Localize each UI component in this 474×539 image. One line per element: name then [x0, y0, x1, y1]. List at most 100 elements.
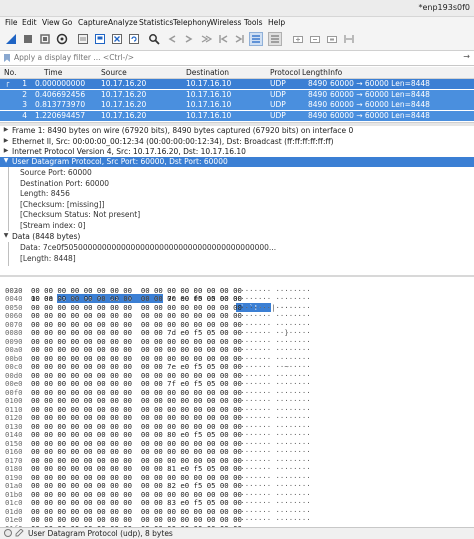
display-filter-input[interactable]: [14, 51, 454, 64]
window-title: *enp193s0f0: [418, 3, 470, 12]
column-length[interactable]: Length: [302, 68, 328, 77]
close-file-icon[interactable]: [110, 32, 124, 46]
packet-no: 1: [22, 79, 27, 88]
column-protocol[interactable]: Protocol: [270, 68, 300, 77]
apply-filter-arrow-icon[interactable]: →: [463, 52, 470, 61]
capture-status-icon[interactable]: [4, 529, 12, 537]
menu-bar: File Edit View Go Capture Analyze Statis…: [0, 17, 474, 30]
expand-arrow-icon[interactable]: ▶: [2, 137, 10, 144]
go-last-icon[interactable]: [233, 32, 247, 46]
stop-capture-icon[interactable]: [21, 32, 35, 46]
menu-capture[interactable]: Capture: [78, 18, 108, 27]
pane-splitter[interactable]: [0, 275, 474, 277]
packet-source: 10.17.16.20: [101, 100, 147, 109]
normal-size-icon[interactable]: [325, 32, 339, 46]
packet-length: 8490: [308, 89, 328, 99]
menu-statistics[interactable]: Statistics: [139, 18, 173, 27]
expand-arrow-icon[interactable]: ▶: [2, 126, 10, 133]
status-text: User Datagram Protocol (udp), 8 bytes: [28, 529, 173, 538]
packet-time: 0.813773970: [35, 100, 86, 109]
packet-time: 0.406692456: [35, 89, 86, 99]
packet-row[interactable]: ┌ 1 0.000000000 10.17.16.20 10.17.16.10 UDP 84…: [0, 79, 474, 89]
go-to-packet-icon[interactable]: [199, 32, 213, 46]
menu-wireless[interactable]: Wireless: [210, 18, 241, 27]
detail-frame-label: Frame 1: 8490 bytes on wire (67920 bits)…: [12, 126, 354, 135]
packet-time: 0.000000000: [35, 79, 86, 88]
autoscroll-icon[interactable]: [249, 32, 263, 46]
packet-list: ┌ 1 0.000000000 10.17.16.20 10.17.16.10 UDP 84…: [0, 79, 474, 121]
field-label: [Checksum: [missing]]: [20, 200, 105, 209]
detail-frame[interactable]: ▶ Frame 1: 8490 bytes on wire (67920 bit…: [0, 126, 474, 136]
open-file-icon[interactable]: [76, 32, 90, 46]
detail-ethernet-label: Ethernet II, Src: 00:00:00_00:12:34 (00:…: [12, 137, 334, 146]
detail-data[interactable]: ▼ Data (8448 bytes): [0, 232, 474, 242]
title-bar: *enp193s0f0: [0, 0, 474, 17]
packet-source: 10.17.16.20: [101, 89, 147, 99]
collapse-arrow-icon[interactable]: ▼: [2, 157, 10, 164]
packet-row[interactable]: 2 0.406692456 10.17.16.20 10.17.16.10 UDP 849…: [0, 89, 474, 100]
go-back-icon[interactable]: [165, 32, 179, 46]
detail-ethernet[interactable]: ▶ Ethernet II, Src: 00:00:00_00:12:34 (0…: [0, 137, 474, 147]
column-no[interactable]: No.: [4, 68, 16, 77]
detail-data-field[interactable]: Data: 7ce0f50500000000000000000000000000…: [0, 243, 474, 253]
packet-destination: 10.17.16.10: [186, 100, 232, 109]
packet-protocol: UDP: [270, 79, 286, 88]
menu-analyze[interactable]: Analyze: [108, 18, 138, 27]
shark-fin-start-icon[interactable]: [4, 32, 18, 46]
detail-udp-field[interactable]: [Stream index: 0]: [0, 221, 474, 231]
expand-arrow-icon[interactable]: ▶: [2, 147, 10, 154]
status-bar: User Datagram Protocol (udp), 8 bytes: [0, 527, 474, 539]
packet-source: 10.17.16.20: [101, 110, 147, 120]
packet-protocol: UDP: [270, 100, 286, 109]
detail-udp-field[interactable]: [Checksum: [missing]]: [0, 200, 474, 210]
save-file-icon[interactable]: [93, 32, 107, 46]
zoom-in-icon[interactable]: [291, 32, 305, 46]
detail-data-label: Data (8448 bytes): [12, 232, 81, 241]
reload-file-icon[interactable]: [127, 32, 141, 46]
edit-comment-icon[interactable]: [15, 529, 24, 537]
menu-tools[interactable]: Tools: [244, 18, 262, 27]
detail-ip[interactable]: ▶ Internet Protocol Version 4, Src: 10.1…: [0, 147, 474, 157]
field-label: Length: 8456: [20, 189, 70, 198]
packet-no: 4: [22, 110, 27, 120]
field-label: Destination Port: 60000: [20, 179, 110, 188]
column-source[interactable]: Source: [101, 68, 127, 77]
packet-info: 60000 → 60000 Len=8448: [330, 110, 430, 120]
packet-details-tree: ▶ Frame 1: 8490 bytes on wire (67920 bit…: [0, 126, 474, 274]
go-first-icon[interactable]: [216, 32, 230, 46]
find-packet-icon[interactable]: [147, 32, 161, 46]
packet-list-header: No. Time Source Destination Protocol Len…: [0, 67, 474, 79]
detail-data-field[interactable]: [Length: 8448]: [0, 254, 474, 264]
menu-help[interactable]: Help: [268, 18, 285, 27]
packet-no: 2: [22, 89, 27, 99]
packet-time: 1.220694457: [35, 110, 86, 120]
collapse-arrow-icon[interactable]: ▼: [2, 232, 10, 239]
packet-source: 10.17.16.20: [101, 79, 147, 88]
column-info[interactable]: Info: [328, 68, 342, 77]
menu-view[interactable]: View: [42, 18, 60, 27]
colorize-icon[interactable]: [268, 32, 282, 46]
packet-destination: 10.17.16.10: [186, 89, 232, 99]
detail-udp[interactable]: ▼ User Datagram Protocol, Src Port: 6000…: [0, 157, 474, 167]
zoom-out-icon[interactable]: [308, 32, 322, 46]
detail-udp-field[interactable]: Destination Port: 60000: [0, 179, 474, 189]
packet-info: 60000 → 60000 Len=8448: [330, 89, 430, 99]
menu-edit[interactable]: Edit: [22, 18, 37, 27]
detail-udp-field[interactable]: Source Port: 60000: [0, 168, 474, 178]
main-toolbar: [0, 30, 474, 51]
packet-row[interactable]: 3 0.813773970 10.17.16.20 10.17.16.10 UDP 849…: [0, 100, 474, 110]
menu-file[interactable]: File: [5, 18, 18, 27]
packet-row[interactable]: 4 1.220694457 10.17.16.20 10.17.16.10 UDP 849…: [0, 110, 474, 121]
menu-telephony[interactable]: Telephony: [173, 18, 211, 27]
column-time[interactable]: Time: [44, 68, 62, 77]
go-forward-icon[interactable]: [182, 32, 196, 46]
menu-go[interactable]: Go: [62, 18, 72, 27]
resize-columns-icon[interactable]: [342, 32, 356, 46]
restart-capture-icon[interactable]: [38, 32, 52, 46]
detail-udp-field[interactable]: [Checksum Status: Not present]: [0, 210, 474, 220]
packet-length: 8490: [308, 100, 328, 109]
detail-udp-field[interactable]: Length: 8456: [0, 189, 474, 199]
column-destination[interactable]: Destination: [186, 68, 229, 77]
bookmark-filter-icon[interactable]: [3, 54, 11, 62]
capture-options-icon[interactable]: [55, 32, 69, 46]
